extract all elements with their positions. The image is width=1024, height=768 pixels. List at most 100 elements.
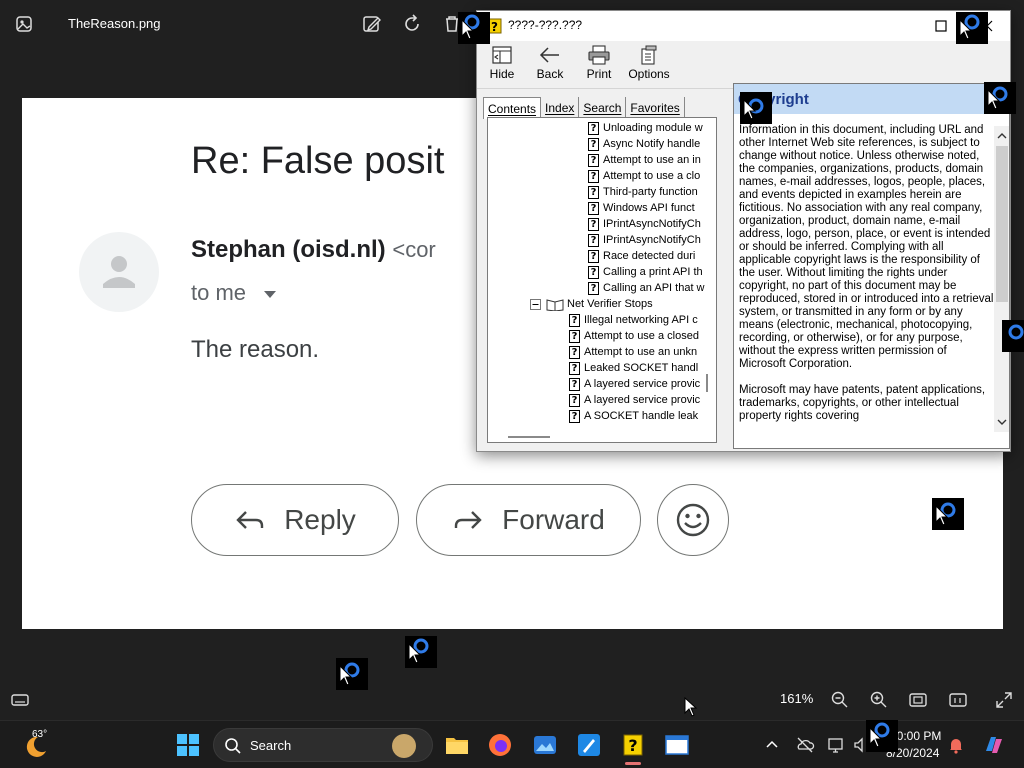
email-subject: Re: False posit [191,140,445,182]
help-topic-icon: ? [569,393,580,407]
chevron-up-icon[interactable] [762,735,782,755]
tree-item[interactable]: ? Unloading module w [588,120,703,136]
tree-item[interactable]: ? Attempt to use a clo [588,168,700,184]
cursor-artifact [458,12,490,44]
back-button[interactable]: Back [526,43,574,87]
collapse-minus-icon[interactable] [530,298,541,310]
zoom-in-icon[interactable] [869,690,889,710]
fullscreen-icon[interactable] [994,690,1014,710]
tree-item[interactable]: ? Illegal networking API c [569,312,698,328]
tree-item[interactable]: ? A layered service provic [569,392,700,408]
help-window: ? ????-???.??? Hide Back Print Options C… [476,10,1011,452]
scroll-up-icon[interactable] [994,128,1010,144]
content-heading-bar: Copyright [734,84,1009,114]
caret-down-icon [264,291,277,299]
tree-item[interactable]: ? Async Notify handle [588,136,700,152]
help-topic-icon: ? [588,153,599,167]
rotate-icon[interactable] [400,12,424,36]
scroll-thumb[interactable] [996,146,1008,302]
print-button[interactable]: Print [575,43,623,87]
help-titlebar[interactable]: ? ????-???.??? [477,11,1010,41]
filmstrip-icon[interactable] [10,690,30,710]
tree-item[interactable]: ? Race detected duri [588,248,695,264]
help-topic-icon: ? [588,281,599,295]
tree-item[interactable]: ? Attempt to use a closed [569,328,699,344]
tree-item[interactable]: ? Leaked SOCKET handl [569,360,698,376]
tree-vertical-scrollbar[interactable] [706,374,708,392]
emoji-reaction-button [657,484,729,556]
onedrive-offline-icon[interactable] [795,735,815,755]
tab-contents[interactable]: Contents [483,97,542,119]
edit-image-icon[interactable] [360,12,384,36]
tab-search[interactable]: Search [579,97,627,119]
cursor-ring-icon [987,86,1008,110]
network-icon[interactable] [826,735,846,755]
cursor-artifact [956,12,988,44]
help-topic-icon: ? [588,217,599,231]
tree-item[interactable]: ? IPrintAsyncNotifyCh [588,232,701,248]
contents-tree[interactable]: ? Unloading module w ? Async Notify handle… [487,117,717,443]
actual-size-icon[interactable] [948,690,968,710]
cursor-ring-icon [408,638,429,664]
help-topic-icon: ? [569,313,580,327]
tree-item[interactable]: ? Windows API funct [588,200,695,216]
help-topic-icon: ? [588,233,599,247]
back-label: Back [536,67,564,81]
tree-item[interactable]: ? Attempt to use an unkn [569,344,697,360]
zoom-out-icon[interactable] [830,690,850,710]
recipient-line: to me [191,280,278,306]
file-explorer-icon[interactable] [443,731,471,759]
help-viewer-taskbar-icon[interactable]: ? [619,731,647,759]
options-icon [641,45,657,65]
firefox-icon[interactable] [486,731,514,759]
notification-bell-icon[interactable] [946,735,966,755]
tree-book[interactable]: Net Verifier Stops [530,296,653,312]
content-paragraph: Microsoft may have patents, patent appli… [739,384,986,422]
person-icon [103,256,135,288]
tree-item[interactable]: ? Calling an API that w [588,280,705,296]
tree-item[interactable]: ? A SOCKET handle leak [569,408,698,424]
zoom-level: 161% [780,691,814,706]
desktop: TheReason.png Re: False posit Stephan (o… [0,0,1024,768]
photos-bottom-bar: 161% [0,680,1024,720]
tree-item[interactable]: ? IPrintAsyncNotifyCh [588,216,701,232]
window-app-icon[interactable] [663,731,691,759]
help-topic-icon: ? [588,249,599,263]
paint-app-icon[interactable] [575,731,603,759]
tree-item[interactable]: ? Third-party function [588,184,698,200]
help-topic-icon: ? [588,137,599,151]
cursor-ring-icon [743,98,764,120]
options-button[interactable]: Options [624,43,674,87]
tree-item[interactable]: ? Calling a print API th [588,264,703,280]
help-topic-icon: ? [588,201,599,215]
hide-label: Hide [489,67,515,81]
photos-app-taskbar-icon[interactable] [531,731,559,759]
tab-favorites[interactable]: Favorites [626,97,685,119]
help-topic-icon: ? [569,377,580,391]
reply-button: Reply [191,484,399,556]
help-topic-icon: ? [569,345,580,359]
printer-icon [588,45,610,65]
cursor-artifact [405,636,437,668]
tab-index[interactable]: Index [541,97,580,119]
copilot-icon[interactable] [982,733,1006,757]
cursor-ring-icon [1008,324,1024,340]
tree-horizontal-scrollbar[interactable] [508,436,550,438]
tree-item[interactable]: ? Attempt to use an in [588,152,701,168]
back-arrow-icon [539,47,559,63]
scroll-down-icon[interactable] [994,414,1010,430]
start-windows-icon[interactable] [174,731,202,759]
hide-button[interactable]: Hide [478,43,526,87]
maximize-icon[interactable] [931,16,951,36]
hide-pane-icon [492,46,512,64]
taskbar-search-box[interactable]: Search [213,728,433,762]
cursor-artifact [1002,320,1024,352]
email-body: The reason. [191,336,320,363]
content-vertical-scrollbar[interactable] [994,126,1010,432]
cursor-artifact [740,92,772,124]
svg-text:?: ? [628,736,637,755]
fit-to-window-icon[interactable] [908,690,928,710]
tree-item[interactable]: ? A layered service provic [569,376,700,392]
search-icon [225,738,241,754]
cursor-artifact [866,720,898,752]
